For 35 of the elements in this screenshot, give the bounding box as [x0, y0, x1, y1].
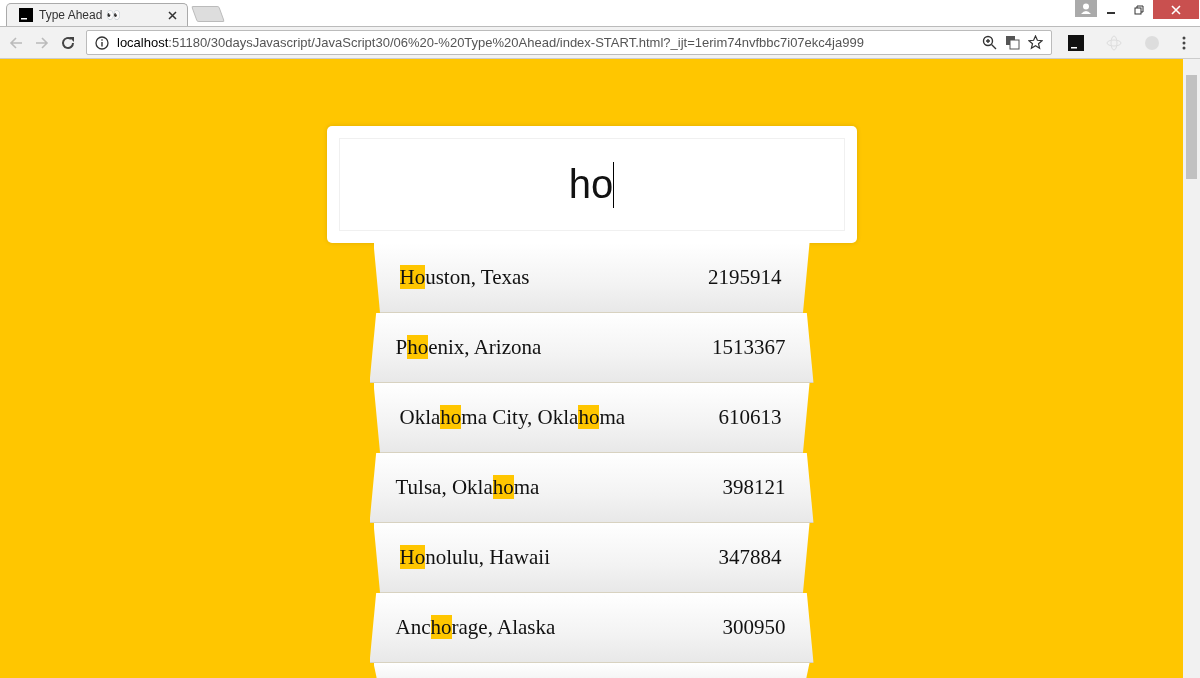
new-tab-button[interactable]: [191, 6, 225, 22]
translate-icon[interactable]: [1005, 35, 1020, 50]
close-icon[interactable]: [168, 10, 177, 20]
site-icon: [19, 8, 33, 22]
zoom-icon[interactable]: [982, 35, 997, 50]
scrollbar-thumb[interactable]: [1186, 75, 1197, 179]
search-field[interactable]: ho: [338, 138, 845, 231]
url-path: :51180/30daysJavascript/JavaScript30/06%20-%20Type%20Ahead/index-START.html?_ijt=1erim74nvfbbc7i07ekc4ja999: [168, 35, 864, 50]
star-icon[interactable]: [1028, 35, 1043, 50]
url-host: localhost: [117, 35, 169, 50]
scrollbar[interactable]: [1183, 59, 1200, 678]
extension-icon[interactable]: [1068, 34, 1084, 51]
population: 347884: [718, 545, 782, 570]
city-name: Honolulu, Hawaii: [399, 545, 550, 570]
forward-icon[interactable]: [34, 34, 50, 51]
reload-icon[interactable]: [60, 34, 76, 51]
population: 300950: [722, 615, 786, 640]
population: 398121: [722, 475, 786, 500]
search-text: ho: [568, 162, 614, 207]
restore-icon[interactable]: [1134, 5, 1144, 15]
menu-icon[interactable]: [1182, 35, 1186, 50]
back-icon[interactable]: [8, 34, 24, 51]
population: 610613: [718, 405, 782, 430]
suggestion-row[interactable]: Honolulu, Hawaii 347884: [373, 523, 810, 593]
address-bar[interactable]: localhost:51180/30daysJavascript/JavaScript30/06%20-%20Type%20Ahead/index-START.html?_ijt=1erim74nvfbbc7i07ekc4ja999: [86, 30, 1052, 55]
person-icon: [1081, 2, 1091, 15]
info-icon: [95, 35, 109, 50]
profile-button[interactable]: [1075, 0, 1097, 17]
city-name: Anchorage, Alaska: [395, 615, 556, 640]
population: 2195914: [708, 265, 782, 290]
population: 1513367: [712, 335, 786, 360]
suggestion-row[interactable]: Anchorage, Alaska 300950: [369, 593, 814, 663]
close-icon: [1171, 4, 1181, 15]
browser-tab[interactable]: Type Ahead 👀: [6, 3, 188, 26]
close-button[interactable]: [1153, 0, 1199, 19]
